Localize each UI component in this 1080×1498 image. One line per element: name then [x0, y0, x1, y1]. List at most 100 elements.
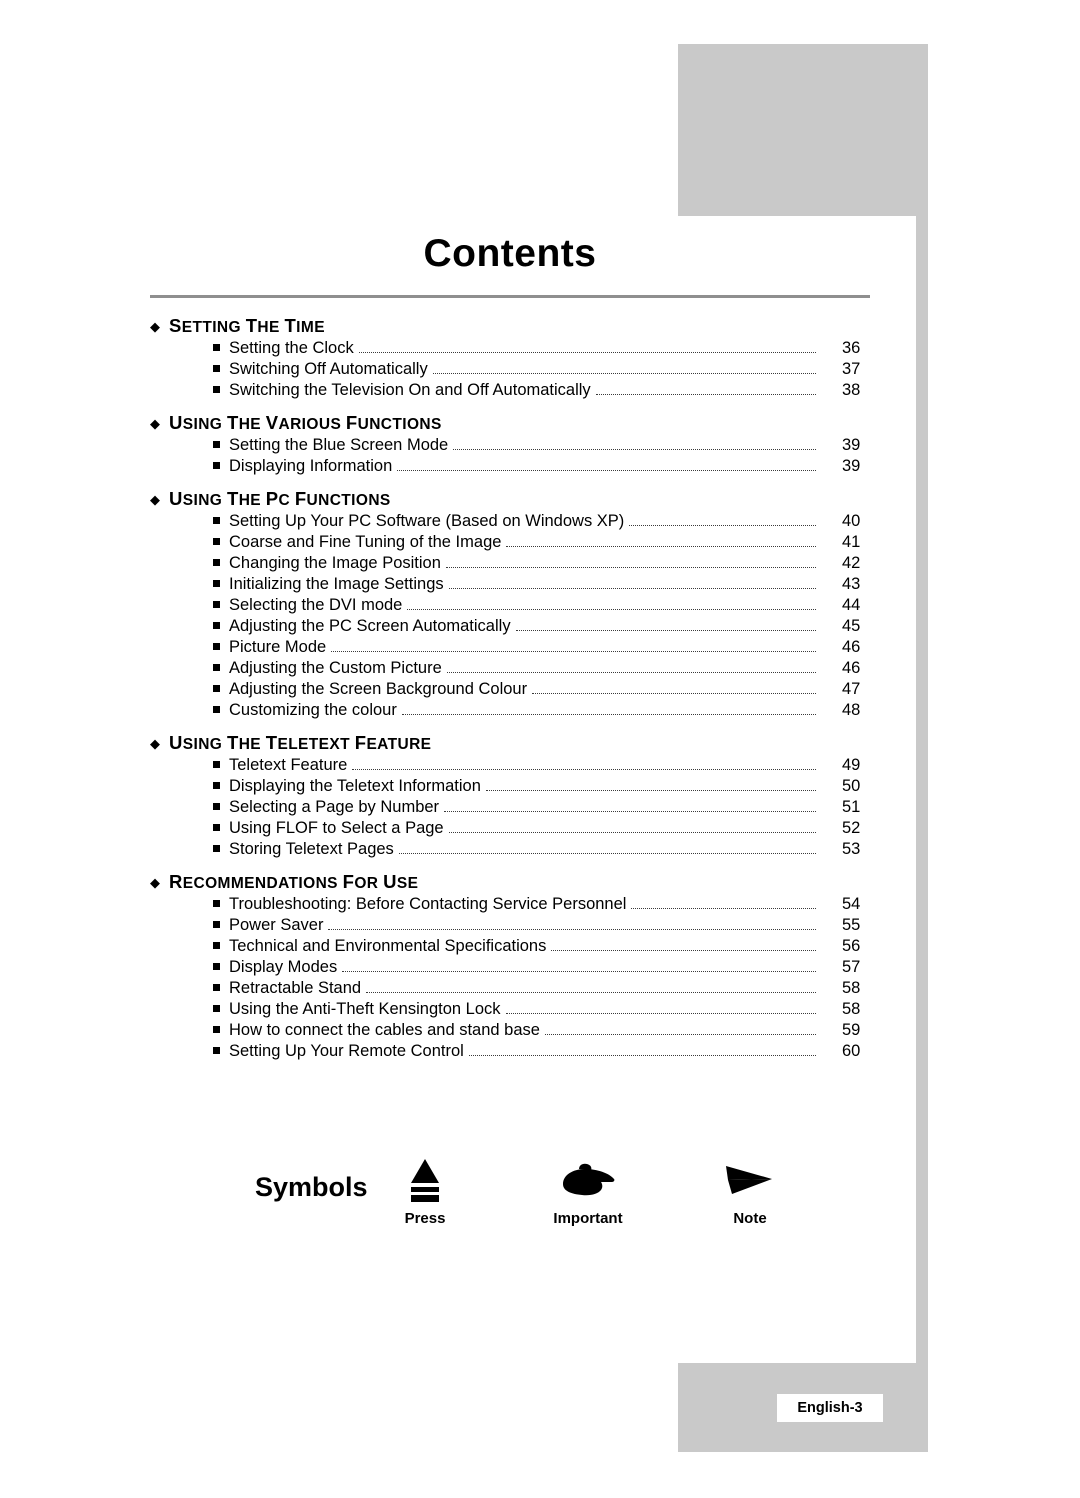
symbols-legend: Symbols Press Important Note [150, 1148, 880, 1258]
page-title: Contents [423, 232, 597, 275]
toc-entry[interactable]: Picture Mode 46 [150, 638, 880, 659]
leader-dots [629, 524, 816, 526]
square-bullet-icon [213, 580, 220, 587]
toc-entry-label: Display Modes [229, 958, 338, 976]
toc-entry-label: Adjusting the Screen Background Colour [229, 680, 528, 698]
press-button-icon [365, 1156, 485, 1208]
toc-entry-label: Displaying the Teletext Information [229, 777, 481, 795]
toc-entry[interactable]: Using the Anti-Theft Kensington Lock 58 [150, 1000, 880, 1021]
leader-dots [515, 629, 816, 631]
symbol-important-caption: Important [553, 1210, 623, 1227]
toc-section: ◆ USING THE PC FUNCTIONS Setting Up Your P… [150, 488, 880, 722]
toc-entry[interactable]: Using FLOF to Select a Page 52 [150, 819, 880, 840]
toc-entry[interactable]: Power Saver 55 [150, 916, 880, 937]
toc-entry[interactable]: Displaying the Teletext Information 50 [150, 777, 880, 798]
toc-entry-label: How to connect the cables and stand base [229, 1021, 540, 1039]
toc-entry[interactable]: Selecting the DVI mode 44 [150, 596, 880, 617]
table-of-contents: ◆ SETTING THE TIME Setting the Clock 36 Swit… [150, 315, 880, 1063]
toc-entry-label: Coarse and Fine Tuning of the Image [229, 533, 502, 551]
leader-dots [352, 768, 816, 770]
leader-dots [397, 469, 816, 471]
toc-entry-label: Storing Teletext Pages [229, 840, 394, 858]
leader-dots [485, 789, 816, 791]
square-bullet-icon [213, 1047, 220, 1054]
toc-entry-page: 59 [842, 1021, 861, 1039]
toc-section-title: RECOMMENDATIONS FOR USE [169, 871, 419, 892]
toc-section-header: ◆ USING THE PC FUNCTIONS [150, 488, 880, 510]
square-bullet-icon [213, 386, 220, 393]
leader-dots [595, 393, 816, 395]
toc-entry-page: 51 [842, 798, 861, 816]
toc-entry-label: Customizing the colour [229, 701, 397, 719]
toc-entry[interactable]: Troubleshooting: Before Contacting Servi… [150, 895, 880, 916]
toc-entry-label: Adjusting the Custom Picture [229, 659, 442, 677]
toc-entry-page: 58 [842, 979, 861, 997]
toc-entry[interactable]: Selecting a Page by Number 51 [150, 798, 880, 819]
toc-section: ◆ SETTING THE TIME Setting the Clock 36 Swit… [150, 315, 880, 402]
toc-entry-label: Using FLOF to Select a Page [229, 819, 444, 837]
toc-entry[interactable]: Storing Teletext Pages 53 [150, 840, 880, 861]
toc-entry-page: 36 [842, 339, 861, 357]
symbol-note-caption: Note [733, 1210, 767, 1227]
toc-entry[interactable]: Customizing the colour 48 [150, 701, 880, 722]
toc-entry[interactable]: Adjusting the Screen Background Colour 47 [150, 680, 880, 701]
toc-entry-label: Technical and Environmental Specificatio… [229, 937, 547, 955]
toc-entry-page: 54 [842, 895, 861, 913]
toc-entry-page: 46 [842, 659, 861, 677]
toc-section-header: ◆ USING THE TELETEXT FEATURE [150, 732, 880, 754]
toc-entry[interactable]: Display Modes 57 [150, 958, 880, 979]
toc-entry[interactable]: Setting Up Your PC Software (Based on Wi… [150, 512, 880, 533]
toc-entry[interactable]: Setting the Clock 36 [150, 339, 880, 360]
toc-entry-page: 47 [842, 680, 861, 698]
toc-entry-label: Switching Off Automatically [229, 360, 428, 378]
toc-entry[interactable]: Teletext Feature 49 [150, 756, 880, 777]
square-bullet-icon [213, 1026, 220, 1033]
square-bullet-icon [213, 643, 220, 650]
toc-entry[interactable]: Setting Up Your Remote Control 60 [150, 1042, 880, 1063]
toc-entry-page: 55 [842, 916, 861, 934]
leader-dots [532, 692, 816, 694]
toc-entry-label: Initializing the Image Settings [229, 575, 444, 593]
diamond-bullet-icon: ◆ [150, 492, 160, 507]
toc-entry-label: Using the Anti-Theft Kensington Lock [229, 1000, 501, 1018]
toc-entry[interactable]: Displaying Information 39 [150, 457, 880, 478]
toc-entry-page: 46 [842, 638, 861, 656]
toc-entry[interactable]: Retractable Stand 58 [150, 979, 880, 1000]
square-bullet-icon [213, 942, 220, 949]
toc-entry-label: Changing the Image Position [229, 554, 441, 572]
leader-dots [328, 928, 816, 930]
toc-entry[interactable]: Coarse and Fine Tuning of the Image 41 [150, 533, 880, 554]
leader-dots [448, 831, 816, 833]
toc-entry[interactable]: Initializing the Image Settings 43 [150, 575, 880, 596]
toc-entry[interactable]: Adjusting the Custom Picture 46 [150, 659, 880, 680]
leader-dots [468, 1054, 816, 1056]
diamond-bullet-icon: ◆ [150, 416, 160, 431]
square-bullet-icon [213, 782, 220, 789]
leader-dots [631, 907, 816, 909]
square-bullet-icon [213, 845, 220, 852]
leader-dots [432, 372, 816, 374]
toc-entry[interactable]: Switching the Television On and Off Auto… [150, 381, 880, 402]
toc-entry[interactable]: Changing the Image Position 42 [150, 554, 880, 575]
toc-entry-page: 58 [842, 1000, 861, 1018]
symbol-press: Press [365, 1156, 485, 1227]
leader-dots [448, 587, 816, 589]
square-bullet-icon [213, 984, 220, 991]
toc-entry[interactable]: How to connect the cables and stand base… [150, 1021, 880, 1042]
toc-entry-label: Setting Up Your PC Software (Based on Wi… [229, 512, 625, 530]
toc-entry-page: 57 [842, 958, 861, 976]
toc-entry-page: 49 [842, 756, 861, 774]
symbols-heading: Symbols [255, 1172, 368, 1202]
toc-entry[interactable]: Switching Off Automatically 37 [150, 360, 880, 381]
toc-entry-label: Retractable Stand [229, 979, 362, 997]
toc-entry[interactable]: Technical and Environmental Specificatio… [150, 937, 880, 958]
toc-entry[interactable]: Setting the Blue Screen Mode 39 [150, 436, 880, 457]
leader-dots [505, 1012, 816, 1014]
toc-entry[interactable]: Adjusting the PC Screen Automatically 45 [150, 617, 880, 638]
toc-entry-label: Teletext Feature [229, 756, 348, 774]
toc-entry-page: 41 [842, 533, 861, 551]
toc-entry-label: Setting the Blue Screen Mode [229, 436, 449, 454]
leader-dots [331, 650, 816, 652]
leader-dots [401, 713, 816, 715]
square-bullet-icon [213, 706, 220, 713]
